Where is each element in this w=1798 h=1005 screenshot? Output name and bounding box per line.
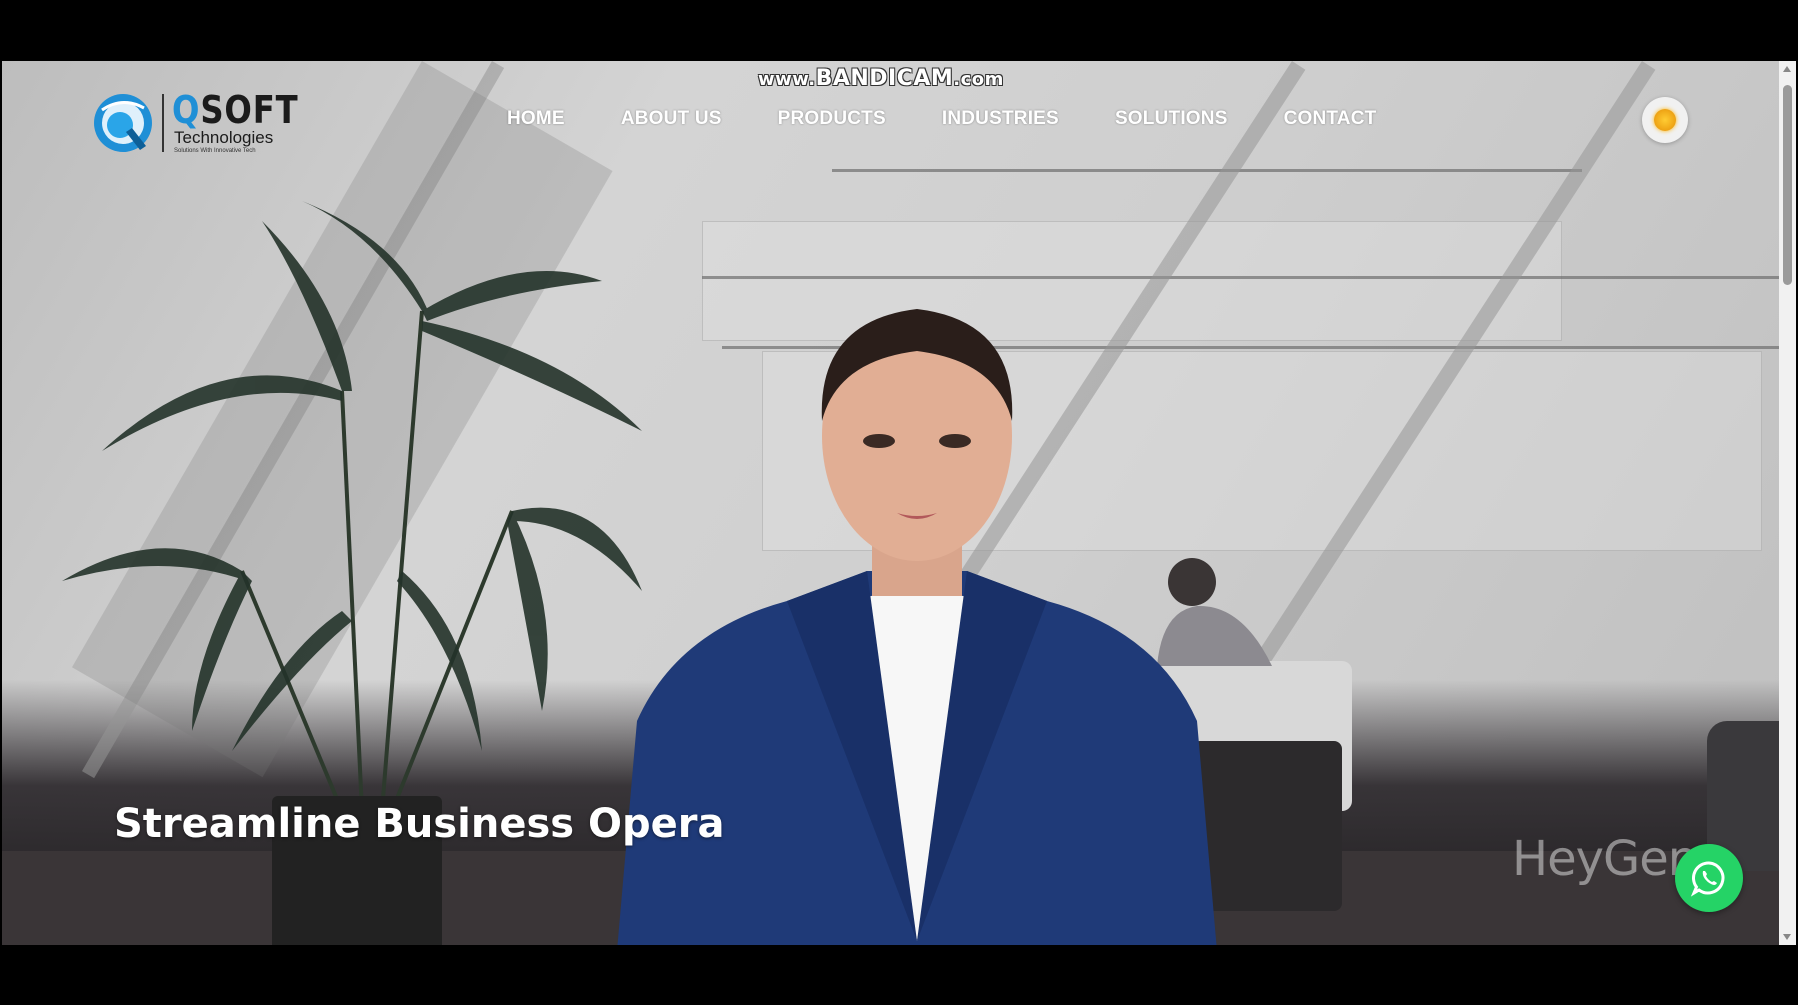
nav-products[interactable]: PRODUCTS [778, 108, 886, 130]
logo-brand-q: Q [172, 88, 201, 132]
logo-brand: QSOFT [172, 91, 299, 129]
main-nav: HOME ABOUT US PRODUCTS INDUSTRIES SOLUTI… [507, 108, 1376, 130]
site-logo[interactable]: QSOFT Technologies Solutions With Innova… [92, 91, 321, 154]
nav-contact[interactable]: CONTACT [1284, 108, 1377, 130]
bandicam-suffix: .com [953, 69, 1004, 90]
sun-icon [1654, 109, 1676, 131]
page-scrollbar[interactable] [1779, 61, 1796, 945]
ceiling-rail [702, 276, 1779, 279]
nav-about-us[interactable]: ABOUT US [621, 108, 722, 130]
presenter-avatar [617, 309, 1217, 945]
bandicam-watermark: www.BANDICAM.com [758, 66, 1004, 91]
logo-separator [162, 93, 164, 152]
logo-brand-rest: SOFT [200, 88, 299, 132]
qsoft-logo-icon [94, 93, 152, 152]
whatsapp-button[interactable] [1675, 844, 1743, 912]
hero-heading: Streamline Business Opera [114, 801, 725, 847]
nav-industries[interactable]: INDUSTRIES [942, 108, 1059, 130]
hero-video-section: QSOFT Technologies Solutions With Innova… [2, 61, 1779, 945]
scroll-thumb[interactable] [1783, 85, 1792, 285]
bandicam-prefix: www. [758, 69, 816, 90]
heygen-watermark: HeyGen [1512, 831, 1698, 887]
nav-home[interactable]: HOME [507, 108, 565, 130]
logo-text: QSOFT Technologies Solutions With Innova… [172, 91, 321, 154]
bandicam-brand: BANDICAM [815, 66, 954, 91]
scroll-down-arrow-icon[interactable] [1783, 934, 1791, 940]
nav-solutions[interactable]: SOLUTIONS [1115, 108, 1228, 130]
theme-toggle-button[interactable] [1642, 97, 1688, 143]
logo-tagline: Solutions With Innovative Tech [174, 148, 256, 154]
whatsapp-icon [1690, 861, 1725, 897]
scroll-up-arrow-icon[interactable] [1783, 66, 1791, 72]
